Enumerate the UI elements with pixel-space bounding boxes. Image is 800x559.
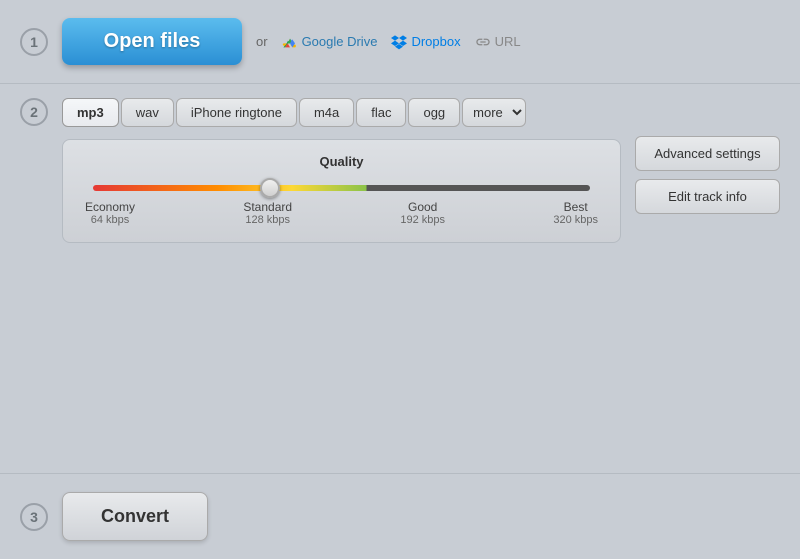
step-2-circle: 2 [20, 98, 48, 126]
url-icon [475, 34, 491, 50]
quality-economy: Economy 64 kbps [85, 200, 135, 226]
tab-flac[interactable]: flac [356, 98, 406, 127]
advanced-settings-button[interactable]: Advanced settings [635, 136, 780, 171]
google-drive-icon [282, 34, 298, 50]
cloud-links: Google Drive Dropbox URL [282, 34, 521, 50]
step-1-circle: 1 [20, 28, 48, 56]
url-link[interactable]: URL [475, 34, 521, 50]
quality-standard: Standard 128 kbps [243, 200, 292, 226]
quality-best: Best 320 kbps [553, 200, 598, 226]
edit-track-info-button[interactable]: Edit track info [635, 179, 780, 214]
dropbox-link[interactable]: Dropbox [391, 34, 460, 50]
section-1: 1 Open files or Google Drive [0, 0, 800, 84]
section-2: 2 mp3 wav iPhone ringtone m4a flac ogg m… [0, 84, 800, 473]
url-label: URL [495, 34, 521, 49]
section-3: 3 Convert [0, 473, 800, 559]
app-container: 1 Open files or Google Drive [0, 0, 800, 559]
right-buttons: Advanced settings Edit track info [635, 136, 780, 214]
format-tabs: mp3 wav iPhone ringtone m4a flac ogg mor… [62, 98, 621, 127]
step-3-circle: 3 [20, 503, 48, 531]
tab-wav[interactable]: wav [121, 98, 174, 127]
section-2-inner: 2 mp3 wav iPhone ringtone m4a flac ogg m… [20, 98, 780, 243]
dropbox-icon [391, 34, 407, 50]
format-area: mp3 wav iPhone ringtone m4a flac ogg mor… [62, 98, 621, 243]
quality-panel: Quality Economy 64 kbps Standard 128 kbp… [62, 139, 621, 243]
quality-markers: Economy 64 kbps Standard 128 kbps Good 1… [83, 200, 600, 226]
quality-good: Good 192 kbps [400, 200, 445, 226]
google-drive-link[interactable]: Google Drive [282, 34, 378, 50]
tab-iphone-ringtone[interactable]: iPhone ringtone [176, 98, 297, 127]
open-files-button[interactable]: Open files [62, 18, 242, 65]
quality-label: Quality [83, 154, 600, 169]
tab-mp3[interactable]: mp3 [62, 98, 119, 127]
convert-button[interactable]: Convert [62, 492, 208, 541]
slider-container [93, 179, 590, 194]
quality-slider[interactable] [93, 185, 590, 191]
or-text: or [256, 34, 268, 49]
tab-m4a[interactable]: m4a [299, 98, 354, 127]
google-drive-label: Google Drive [302, 34, 378, 49]
dropbox-label: Dropbox [411, 34, 460, 49]
more-formats-select[interactable]: more aac wma opus [462, 98, 526, 127]
tab-ogg[interactable]: ogg [408, 98, 460, 127]
